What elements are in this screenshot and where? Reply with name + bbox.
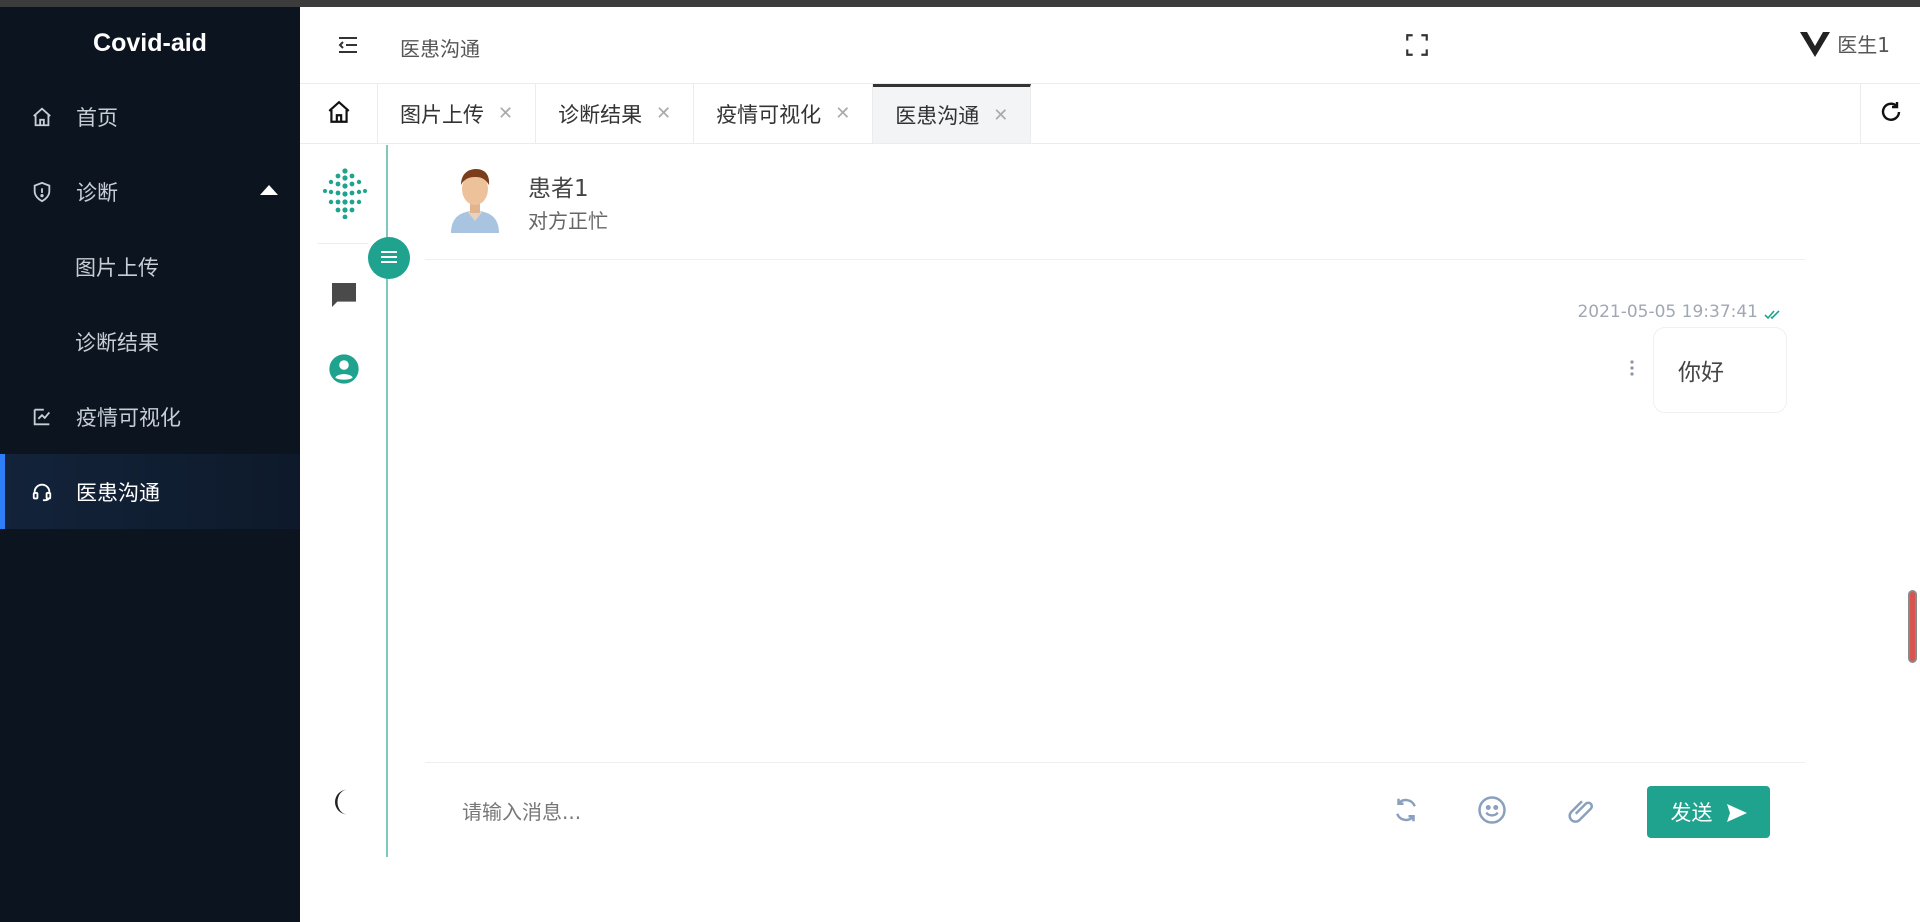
paper-plane-icon <box>1726 803 1747 822</box>
headset-icon <box>30 480 54 504</box>
tab-epidemic-visualization[interactable]: 疫情可视化 ✕ <box>694 84 874 143</box>
refresh-icon <box>1879 100 1903 128</box>
home-icon <box>30 105 54 129</box>
sidebar-item-label: 图片上传 <box>75 255 159 280</box>
caret-up-icon <box>260 185 278 195</box>
sync-icon[interactable] <box>1391 795 1421 825</box>
send-label: 发送 <box>1670 801 1713 825</box>
sidebar: Covid-aid 首页 诊断 图片上传 诊断结果 疫情可视化 医患沟通 <box>0 7 300 922</box>
tab-label: 医患沟通 <box>895 104 980 128</box>
refresh-button[interactable] <box>1860 84 1920 143</box>
top-header: 医患沟通 医生1 <box>300 7 1920 84</box>
sidebar-item-epidemic-visualization[interactable]: 疫情可视化 <box>0 379 300 454</box>
sidebar-item-label: 诊断结果 <box>75 330 159 355</box>
user-menu[interactable]: 医生1 <box>1799 29 1890 58</box>
sidebar-item-home[interactable]: 首页 <box>0 79 300 154</box>
moon-icon[interactable] <box>330 787 360 817</box>
sidebar-item-doctor-patient-chat[interactable]: 医患沟通 <box>0 454 300 529</box>
menu-fold-icon[interactable] <box>336 33 360 57</box>
brand-title: Covid-aid <box>93 29 207 57</box>
emoji-icon[interactable] <box>1477 795 1507 825</box>
tab-doctor-patient-chat[interactable]: 医患沟通 ✕ <box>873 84 1032 143</box>
tab-label: 图片上传 <box>400 102 484 127</box>
read-check-icon <box>1764 306 1782 320</box>
tab-label: 疫情可视化 <box>716 102 822 127</box>
attachment-icon[interactable] <box>1567 795 1597 825</box>
chat-header: 患者1 对方正忙 <box>425 145 1805 260</box>
contact-status: 对方正忙 <box>528 209 608 233</box>
close-icon[interactable]: ✕ <box>993 105 1008 126</box>
user-name: 医生1 <box>1837 33 1890 57</box>
rail-toggle-button[interactable] <box>368 237 410 279</box>
message-bubble: 你好 <box>1653 327 1787 413</box>
message-text: 你好 <box>1678 360 1724 386</box>
message-composer: 发送 <box>425 762 1805 857</box>
sidebar-item-diagnosis-result[interactable]: 诊断结果 <box>0 304 300 379</box>
app-logo-icon <box>320 167 370 220</box>
chart-icon <box>30 405 54 429</box>
sidebar-item-diagnosis[interactable]: 诊断 <box>0 154 300 229</box>
message-timestamp: 2021-05-05 19:37:41 <box>1577 302 1782 322</box>
send-button[interactable]: 发送 <box>1647 786 1770 838</box>
tab-label: 诊断结果 <box>558 102 643 127</box>
home-icon <box>326 99 352 129</box>
sidebar-item-label: 首页 <box>76 105 118 130</box>
breadcrumb: 医患沟通 <box>400 37 480 61</box>
tab-diagnosis-result[interactable]: 诊断结果 ✕ <box>536 84 695 143</box>
close-icon[interactable]: ✕ <box>835 103 850 124</box>
sidebar-item-label: 疫情可视化 <box>76 405 181 430</box>
tabs-bar: 图片上传 ✕ 诊断结果 ✕ 疫情可视化 ✕ 医患沟通 ✕ <box>300 84 1920 144</box>
sidebar-item-label: 诊断 <box>76 180 118 205</box>
more-vertical-icon[interactable] <box>1628 358 1636 378</box>
avatar[interactable] <box>445 165 505 233</box>
tab-home[interactable] <box>300 84 378 143</box>
message-input[interactable] <box>460 791 1264 833</box>
scrollbar-thumb[interactable] <box>1908 590 1917 663</box>
window-top-strip <box>0 0 1920 7</box>
message-time-text: 2021-05-05 19:37:41 <box>1577 302 1758 322</box>
fullscreen-icon[interactable] <box>1404 32 1430 58</box>
contact-name: 患者1 <box>528 176 589 202</box>
close-icon[interactable]: ✕ <box>498 103 513 124</box>
vue-logo-icon <box>1799 30 1831 58</box>
shield-icon <box>30 180 54 204</box>
chat-icon[interactable] <box>328 279 360 311</box>
tab-image-upload[interactable]: 图片上传 ✕ <box>378 84 537 143</box>
close-icon[interactable]: ✕ <box>656 103 671 124</box>
rail-divider <box>318 243 368 244</box>
sidebar-item-image-upload[interactable]: 图片上传 <box>0 229 300 304</box>
sidebar-item-label: 医患沟通 <box>76 480 160 505</box>
list-icon <box>380 249 398 268</box>
contact-icon[interactable] <box>328 353 360 385</box>
